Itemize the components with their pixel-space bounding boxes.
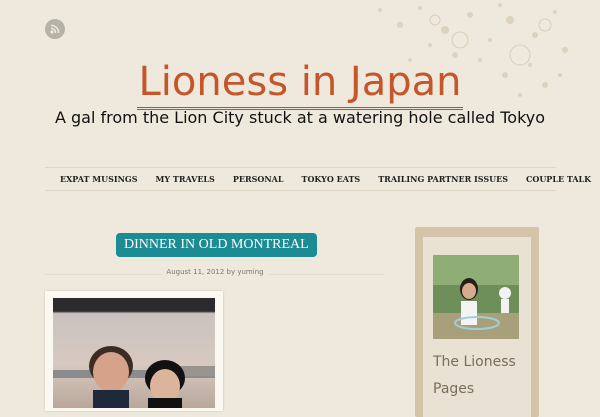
nav-item-tokyo-eats[interactable]: TOKYO EATS [301,168,360,190]
main-navigation: EXPAT MUSINGS MY TRAVELS PERSONAL TOKYO … [45,167,591,191]
post-meta-text: August 11, 2012 by yuming [163,268,267,276]
post-title-link[interactable]: DINNER IN OLD MONTREAL [116,233,317,257]
nav-item-trailing-partner-issues[interactable]: TRAILING PARTNER ISSUES [378,168,508,190]
site-title[interactable]: Lioness in Japan [136,58,464,110]
sidebar-widget: The Lioness Pages [415,227,539,417]
author-profile-photo[interactable] [433,255,519,339]
rss-feed-button[interactable] [45,19,65,39]
rss-icon [50,24,60,34]
nav-item-personal[interactable]: PERSONAL [233,168,284,190]
post-meta: August 11, 2012 by yuming [45,268,385,276]
post-photo-frame [45,291,223,411]
post-photo[interactable] [53,298,215,408]
sidebar-widget-body: The Lioness Pages [423,237,531,417]
nav-item-couple-talk[interactable]: COUPLE TALK [526,168,591,190]
nav-item-expat-musings[interactable]: EXPAT MUSINGS [60,168,138,190]
nav-item-my-travels[interactable]: MY TRAVELS [156,168,215,190]
widget-title: The Lioness Pages [433,354,516,397]
site-tagline: A gal from the Lion City stuck at a wate… [54,108,546,127]
